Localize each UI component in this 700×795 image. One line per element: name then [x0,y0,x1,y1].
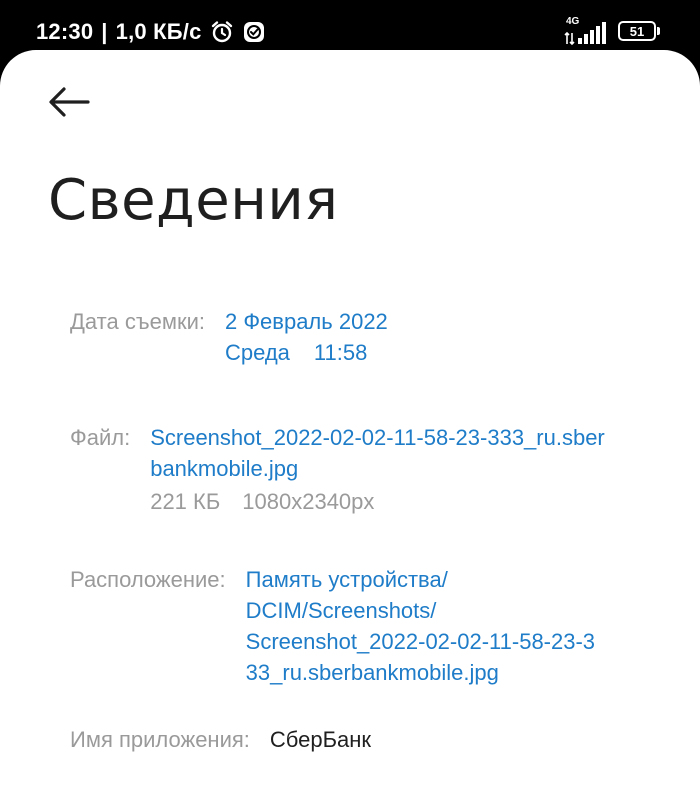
status-right: 4G 51 [564,16,660,46]
file-label: Файл: [70,425,131,450]
status-left: 12:30 | 1,0 КБ/с [36,18,274,46]
detail-row-file: Файл: Screenshot_2022-02-02-11-58-23-333… [70,422,630,517]
file-name-line2: bankmobile.jpg [150,456,299,481]
battery-icon: 51 [618,21,656,41]
file-size: 221 КБ [150,489,221,514]
location-line2: DCIM/Screenshots/ [245,598,437,623]
arrow-left-icon [49,87,90,117]
battery-tip [657,27,660,35]
file-resolution: 1080x2340px [242,489,375,514]
app-label: Имя приложения: [70,727,250,752]
date-label: Дата съемки: [70,309,205,334]
status-speed: 1,0 КБ/с [115,19,202,44]
location-line4: 33_ru.sberbankmobile.jpg [245,660,499,685]
status-separator: | [101,19,108,44]
back-button[interactable] [44,80,100,124]
battery-level: 51 [629,23,645,39]
network-indicator: 4G [564,16,608,46]
location-value: Память устройства/ DCIM/Screenshots/ Scr… [246,564,626,688]
alarm-icon [211,21,232,43]
page-title: Сведения [48,168,339,233]
location-label: Расположение: [70,567,226,592]
check-badge-icon [243,22,264,42]
details-sheet: Сведения Дата съемки: 2 Февраль 2022 Сре… [0,50,700,795]
signal-icon [564,22,606,46]
detail-row-date: Дата съемки: 2 Февраль 2022 Среда 11:58 [70,306,388,368]
file-value: Screenshot_2022-02-02-11-58-23-333_ru.sb… [150,422,630,517]
date-weekday-time: Среда 11:58 [225,337,388,368]
status-time: 12:30 [36,19,94,44]
date-value: 2 Февраль 2022 Среда 11:58 [225,306,388,368]
detail-row-app: Имя приложения: СберБанк [70,724,371,755]
time-text: 11:58 [313,340,368,365]
location-line1: Память устройства/ [245,567,448,592]
detail-row-location: Расположение: Память устройства/ DCIM/Sc… [70,564,626,688]
file-meta: 221 КБ 1080x2340px [150,486,630,517]
weekday-text: Среда [224,340,290,365]
app-value: СберБанк [269,727,372,752]
file-name-line1: Screenshot_2022-02-02-11-58-23-333_ru.sb… [150,425,605,450]
location-line3: Screenshot_2022-02-02-11-58-23-3 [245,629,596,654]
date-text: 2 Февраль 2022 [224,309,388,334]
